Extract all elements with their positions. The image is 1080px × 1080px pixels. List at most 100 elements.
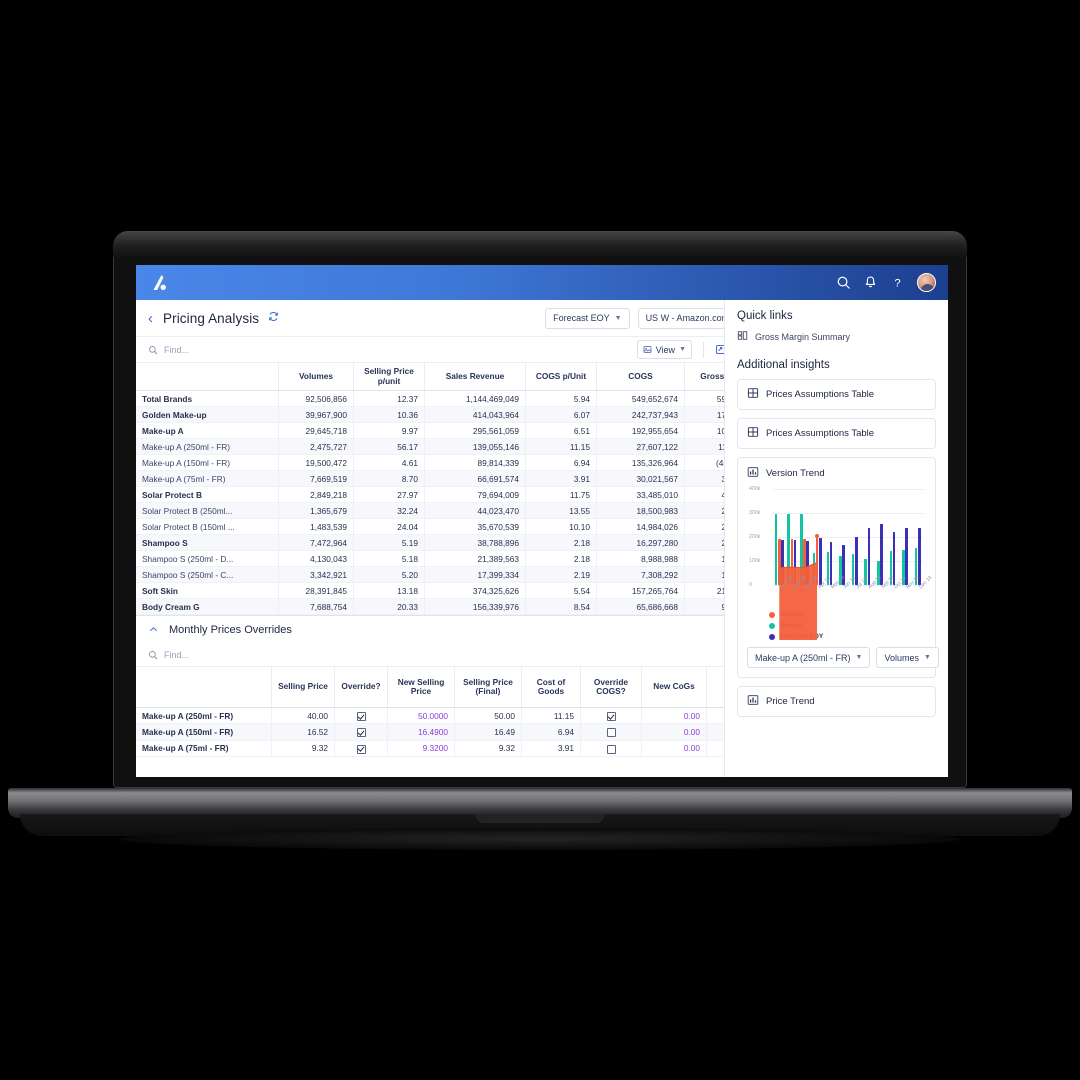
- row-label[interactable]: Solar Protect B (150ml ...: [136, 518, 279, 536]
- overrides-cell[interactable]: 0.00: [641, 740, 707, 758]
- help-icon[interactable]: ?: [890, 275, 905, 290]
- card-prices-assumptions-table-2[interactable]: Prices Assumptions Table: [737, 418, 936, 449]
- row-label[interactable]: Make-up A (150ml - FR): [136, 454, 279, 472]
- chart-product-selector[interactable]: Make-up A (250ml - FR) ▼: [747, 647, 871, 668]
- row-label[interactable]: Total Brands: [136, 390, 279, 408]
- overrides-cell[interactable]: Make-up A (150ml - FR): [136, 723, 272, 741]
- row-label[interactable]: Make-up A (250ml - FR): [136, 438, 279, 456]
- row-label[interactable]: Make-up A (75ml - FR): [136, 470, 279, 488]
- overrides-cell[interactable]: 11.15: [521, 707, 581, 725]
- overrides-cell[interactable]: 9.32: [271, 740, 335, 758]
- quick-link-gross-margin-summary[interactable]: Gross Margin Summary: [737, 330, 936, 343]
- grid-cell[interactable]: 3,342,921: [278, 566, 354, 584]
- grid-cell[interactable]: 29,645,718: [278, 422, 354, 440]
- overrides-cell[interactable]: 0.00: [641, 707, 707, 725]
- grid-body[interactable]: Total Brands 92,506,856 12.37 1,144,469,049…: [136, 390, 827, 616]
- grid-cell[interactable]: 6.07: [525, 406, 597, 424]
- grid-col-header[interactable]: COGS: [596, 363, 685, 392]
- grid-cell[interactable]: 5.54: [525, 582, 597, 600]
- grid-cell[interactable]: 10.36: [353, 406, 425, 424]
- table-row[interactable]: Make-up A (150ml - FR) 19,500,472 4.61 89,8…: [136, 454, 827, 472]
- panel-find[interactable]: Find...: [148, 650, 189, 660]
- grid-cell[interactable]: 157,265,764: [596, 582, 685, 600]
- grid-cell[interactable]: 8,988,988: [596, 550, 685, 568]
- overrides-cell[interactable]: 16.52: [271, 723, 335, 741]
- grid-cell[interactable]: 30,021,567: [596, 470, 685, 488]
- refresh-icon[interactable]: [268, 311, 279, 325]
- overrides-col-header[interactable]: New Selling Price: [387, 667, 455, 709]
- grid-cell[interactable]: 7,688,754: [278, 598, 354, 616]
- grid-cell[interactable]: 14,984,026: [596, 518, 685, 536]
- anaplan-logo-icon[interactable]: [148, 273, 170, 293]
- overrides-cell[interactable]: 3.91: [521, 740, 581, 758]
- grid-cell[interactable]: 5.18: [353, 550, 425, 568]
- grid-cell[interactable]: 2,849,218: [278, 486, 354, 504]
- grid-cell[interactable]: 92,506,856: [278, 390, 354, 408]
- grid-cell[interactable]: 20.33: [353, 598, 425, 616]
- grid-cell[interactable]: 44,023,470: [424, 502, 526, 520]
- grid-cell[interactable]: 295,561,059: [424, 422, 526, 440]
- grid-cell[interactable]: 7,669,519: [278, 470, 354, 488]
- user-avatar[interactable]: [917, 273, 936, 292]
- row-label[interactable]: Shampoo S: [136, 534, 279, 552]
- chart-measure-selector[interactable]: Volumes ▼: [876, 647, 939, 668]
- override-checkbox[interactable]: [334, 723, 388, 741]
- overrides-cell[interactable]: 9.32: [454, 740, 522, 758]
- overrides-cell[interactable]: Make-up A (250ml - FR): [136, 707, 272, 725]
- grid-cell[interactable]: 16,297,280: [596, 534, 685, 552]
- grid-cell[interactable]: 27,607,122: [596, 438, 685, 456]
- table-row[interactable]: Shampoo S (250ml - D... 4,130,043 5.18 21,3…: [136, 550, 827, 568]
- grid-cell[interactable]: 39,967,900: [278, 406, 354, 424]
- override-cogs-checkbox[interactable]: [580, 707, 642, 725]
- table-row[interactable]: Make-up A 29,645,718 9.97 295,561,059 6.51 19…: [136, 422, 827, 440]
- grid-cell[interactable]: 8.70: [353, 470, 425, 488]
- grid-cell[interactable]: 192,955,654: [596, 422, 685, 440]
- table-row[interactable]: Solar Protect B 2,849,218 27.97 79,694,009 1…: [136, 486, 827, 504]
- grid-find[interactable]: Find...: [148, 345, 189, 355]
- table-row[interactable]: Solar Protect B (250ml... 1,365,679 32.24 4…: [136, 502, 827, 520]
- overrides-col-header[interactable]: Override?: [334, 667, 388, 709]
- table-row[interactable]: Total Brands 92,506,856 12.37 1,144,469,049…: [136, 390, 827, 408]
- overrides-cell[interactable]: 9.3200: [387, 740, 455, 758]
- grid-cell[interactable]: 2.18: [525, 550, 597, 568]
- grid-cell[interactable]: 5.20: [353, 566, 425, 584]
- view-button[interactable]: View ▼: [636, 340, 692, 359]
- grid-cell[interactable]: 65,686,668: [596, 598, 685, 616]
- grid-col-header[interactable]: COGS p/Unit: [525, 363, 597, 392]
- overrides-cell[interactable]: 6.94: [521, 723, 581, 741]
- row-label[interactable]: Shampoo S (250ml - D...: [136, 550, 279, 568]
- grid-col-header[interactable]: Selling Price p/unit: [353, 363, 425, 392]
- row-label[interactable]: Solar Protect B (250ml...: [136, 502, 279, 520]
- grid-cell[interactable]: 21,389,563: [424, 550, 526, 568]
- table-row[interactable]: Shampoo S 7,472,964 5.19 38,788,896 2.18 16,2…: [136, 534, 827, 552]
- grid-cell[interactable]: 12.37: [353, 390, 425, 408]
- table-row[interactable]: Solar Protect B (150ml ... 1,483,539 24.04…: [136, 518, 827, 536]
- overrides-col-header[interactable]: Cost of Goods: [521, 667, 581, 709]
- grid-col-header[interactable]: Volumes: [278, 363, 354, 392]
- override-cogs-checkbox[interactable]: [580, 740, 642, 758]
- grid-cell[interactable]: 32.24: [353, 502, 425, 520]
- row-label[interactable]: Soft Skin: [136, 582, 279, 600]
- grid-cell[interactable]: 1,483,539: [278, 518, 354, 536]
- grid-cell[interactable]: 6.94: [525, 454, 597, 472]
- grid-cell[interactable]: 1,365,679: [278, 502, 354, 520]
- overrides-col-header[interactable]: [136, 667, 272, 709]
- grid-cell[interactable]: 1,144,469,049: [424, 390, 526, 408]
- grid-cell[interactable]: 139,055,146: [424, 438, 526, 456]
- row-label[interactable]: Make-up A: [136, 422, 279, 440]
- grid-cell[interactable]: 135,326,964: [596, 454, 685, 472]
- grid-cell[interactable]: 18,500,983: [596, 502, 685, 520]
- grid-cell[interactable]: 79,694,009: [424, 486, 526, 504]
- overrides-cell[interactable]: 40.00: [271, 707, 335, 725]
- grid-cell[interactable]: 56.17: [353, 438, 425, 456]
- grid-cell[interactable]: 5.19: [353, 534, 425, 552]
- overrides-cell[interactable]: 16.49: [454, 723, 522, 741]
- overrides-cell[interactable]: 0.00: [641, 723, 707, 741]
- override-cogs-checkbox[interactable]: [580, 723, 642, 741]
- grid-col-header[interactable]: Sales Revenue: [424, 363, 526, 392]
- grid-cell[interactable]: 24.04: [353, 518, 425, 536]
- grid-cell[interactable]: 4,130,043: [278, 550, 354, 568]
- table-row[interactable]: Body Cream G 7,688,754 20.33 156,339,976 8.5…: [136, 598, 827, 616]
- overrides-cell[interactable]: Make-up A (75ml - FR): [136, 740, 272, 758]
- grid-cell[interactable]: 38,788,896: [424, 534, 526, 552]
